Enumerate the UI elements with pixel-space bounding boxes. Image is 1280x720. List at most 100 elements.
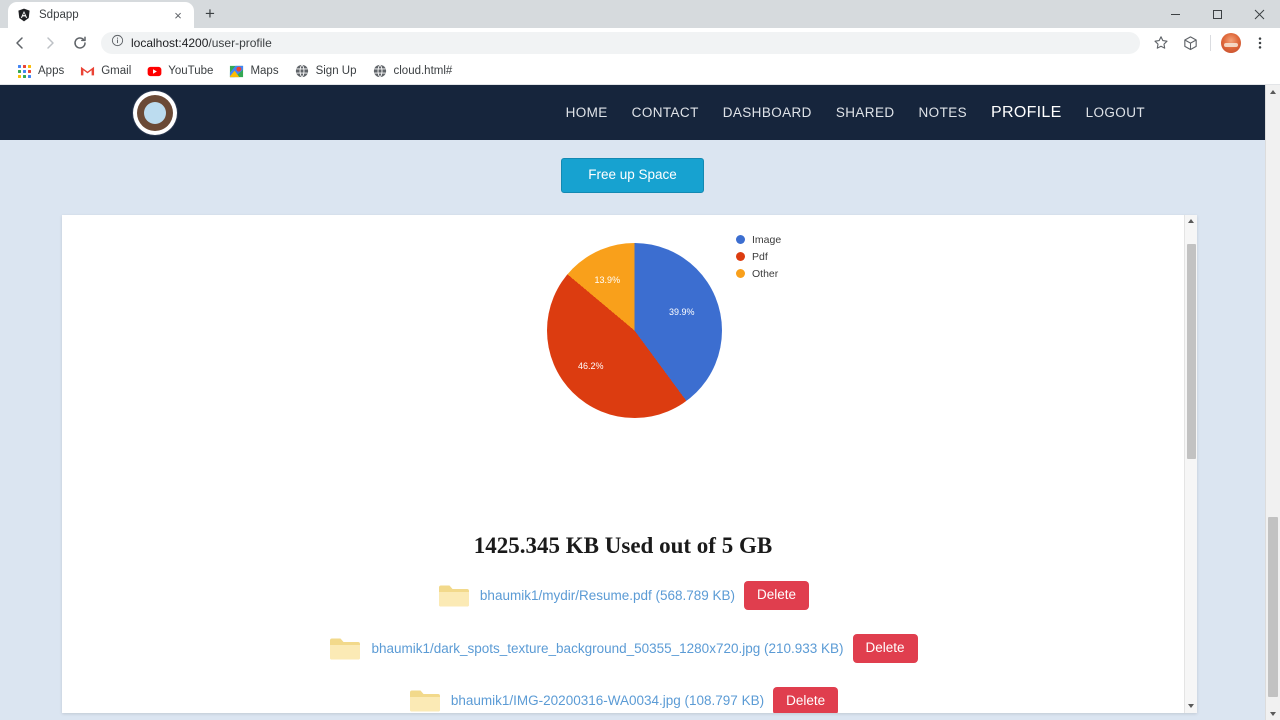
storage-card-scroll-content: 39.9% 46.2% 13.9% Image Pdf Other 1425.3…	[62, 215, 1184, 713]
storage-usage-heading: 1425.345 KB Used out of 5 GB	[473, 532, 773, 558]
logo-ring	[137, 94, 173, 131]
nav-item-profile[interactable]: PROFILE	[979, 98, 1074, 128]
nav-item-dashboard[interactable]: DASHBOARD	[711, 99, 824, 126]
bookmark-gmail[interactable]: Gmail	[73, 61, 138, 82]
bookmark-star-icon[interactable]	[1147, 29, 1175, 57]
url-host: localhost:4200	[131, 36, 209, 50]
chrome-menu-icon[interactable]	[1246, 29, 1274, 57]
url-path: /user-profile	[208, 36, 272, 50]
browser-tab[interactable]: Sdpapp ×	[8, 2, 194, 28]
bookmark-youtube[interactable]: YouTube	[140, 61, 220, 82]
bookmark-apps[interactable]: Apps	[10, 61, 71, 82]
legend-color-swatch	[736, 252, 745, 262]
bookmark-label: cloud.html#	[393, 65, 453, 77]
bookmark-maps[interactable]: Maps	[222, 61, 285, 82]
nav-item-logout[interactable]: LOGOUT	[1074, 99, 1157, 126]
file-list: bhaumik1/mydir/Resume.pdf (568.789 KB) D…	[62, 580, 1184, 713]
extensions-cube-icon[interactable]	[1176, 29, 1204, 57]
bookmark-label: Apps	[38, 65, 65, 77]
legend-color-swatch	[736, 235, 745, 245]
legend-label: Image	[752, 233, 782, 246]
legend-label: Pdf	[752, 250, 768, 263]
scroll-up-icon[interactable]	[1185, 215, 1197, 228]
forward-icon[interactable]	[36, 29, 64, 57]
chart-legend: Image Pdf Other	[736, 234, 781, 280]
nav-item-shared[interactable]: SHARED	[824, 99, 907, 126]
app-nav-links: HOME CONTACT DASHBOARD SHARED NOTES PROF…	[554, 98, 1157, 128]
legend-color-swatch	[736, 269, 745, 279]
toolbar-divider	[1210, 35, 1211, 51]
scroll-down-icon[interactable]	[1185, 700, 1197, 713]
file-link[interactable]: bhaumik1/IMG-20200316-WA0034.jpg (108.79…	[451, 693, 764, 708]
folder-icon	[437, 582, 471, 609]
bookmark-sign-up[interactable]: Sign Up	[288, 61, 364, 82]
address-bar[interactable]: localhost:4200/user-profile	[101, 32, 1140, 54]
avatar	[1221, 33, 1241, 53]
logo-icon[interactable]	[133, 90, 177, 135]
nav-item-contact[interactable]: CONTACT	[620, 99, 711, 126]
storage-card: 39.9% 46.2% 13.9% Image Pdf Other 1425.3…	[62, 214, 1197, 713]
nav-item-notes[interactable]: NOTES	[907, 99, 980, 126]
pie-graphic	[547, 242, 722, 418]
folder-icon	[408, 687, 442, 712]
free-up-space-row: Free up Space	[0, 140, 1265, 193]
folder-icon	[328, 635, 362, 662]
tab-title: Sdpapp	[39, 9, 79, 21]
url-text: localhost:4200/user-profile	[131, 36, 272, 50]
scroll-up-icon[interactable]	[1266, 85, 1280, 98]
legend-label: Other	[752, 267, 779, 280]
gmail-icon	[80, 64, 95, 79]
legend-item-other[interactable]: Other	[736, 268, 781, 280]
page-viewport: HOME CONTACT DASHBOARD SHARED NOTES PROF…	[0, 85, 1280, 720]
toolbar-actions	[1147, 29, 1274, 57]
bookmark-label: YouTube	[168, 65, 214, 77]
list-item: bhaumik1/IMG-20200316-WA0034.jpg (108.79…	[62, 686, 1184, 713]
page-scrollbar[interactable]	[1265, 85, 1280, 720]
reload-icon[interactable]	[66, 29, 94, 57]
legend-item-pdf[interactable]: Pdf	[736, 251, 781, 263]
globe-icon	[373, 64, 388, 79]
pie-slice-label-other: 13.9%	[594, 275, 621, 286]
scroll-down-icon[interactable]	[1266, 707, 1280, 720]
file-link[interactable]: bhaumik1/mydir/Resume.pdf (568.789 KB)	[480, 588, 735, 603]
scrollbar-thumb[interactable]	[1187, 243, 1196, 459]
page-content: Free up Space 39.9% 46.2% 13.9% Image Pd…	[0, 140, 1265, 713]
browser-toolbar: localhost:4200/user-profile	[0, 28, 1280, 58]
close-icon[interactable]: ×	[170, 7, 186, 23]
free-up-space-button[interactable]: Free up Space	[561, 158, 704, 193]
bookmark-label: Maps	[250, 65, 279, 77]
window-controls	[1154, 0, 1280, 28]
storage-pie-chart: 39.9% 46.2% 13.9% Image Pdf Other	[62, 223, 1184, 473]
delete-button[interactable]: Delete	[852, 633, 918, 663]
bookmark-cloud-html[interactable]: cloud.html#	[366, 61, 460, 82]
list-item: bhaumik1/dark_spots_texture_background_5…	[62, 633, 1184, 663]
minimize-icon[interactable]	[1154, 0, 1196, 28]
pie-slice-label-image: 39.9%	[669, 307, 695, 318]
file-link[interactable]: bhaumik1/dark_spots_texture_background_5…	[371, 641, 843, 656]
delete-button[interactable]: Delete	[773, 686, 839, 713]
bookmarks-bar: Apps Gmail YouTube Maps Sign Up cloud.ht…	[0, 58, 1280, 85]
delete-button[interactable]: Delete	[744, 580, 810, 610]
youtube-icon	[147, 64, 162, 79]
apps-grid-icon	[17, 64, 32, 79]
window-close-icon[interactable]	[1238, 0, 1280, 28]
logo-core	[144, 101, 166, 124]
site-info-icon[interactable]	[111, 34, 124, 52]
maps-icon	[229, 64, 244, 79]
app-navbar: HOME CONTACT DASHBOARD SHARED NOTES PROF…	[0, 85, 1265, 140]
card-scrollbar[interactable]	[1184, 214, 1197, 713]
new-tab-button[interactable]: +	[196, 1, 224, 27]
profile-avatar[interactable]	[1217, 29, 1245, 57]
web-page: HOME CONTACT DASHBOARD SHARED NOTES PROF…	[0, 85, 1265, 720]
back-icon[interactable]	[6, 29, 34, 57]
maximize-icon[interactable]	[1196, 0, 1238, 28]
bookmark-label: Sign Up	[315, 65, 357, 77]
nav-item-home[interactable]: HOME	[554, 99, 620, 126]
list-item: bhaumik1/mydir/Resume.pdf (568.789 KB) D…	[62, 580, 1184, 610]
legend-item-image[interactable]: Image	[736, 234, 781, 246]
scrollbar-thumb[interactable]	[1268, 517, 1278, 697]
bookmark-label: Gmail	[101, 65, 132, 77]
browser-titlebar: Sdpapp × +	[0, 0, 1280, 28]
pie-slice-label-pdf: 46.2%	[577, 361, 604, 372]
globe-icon	[295, 64, 310, 79]
